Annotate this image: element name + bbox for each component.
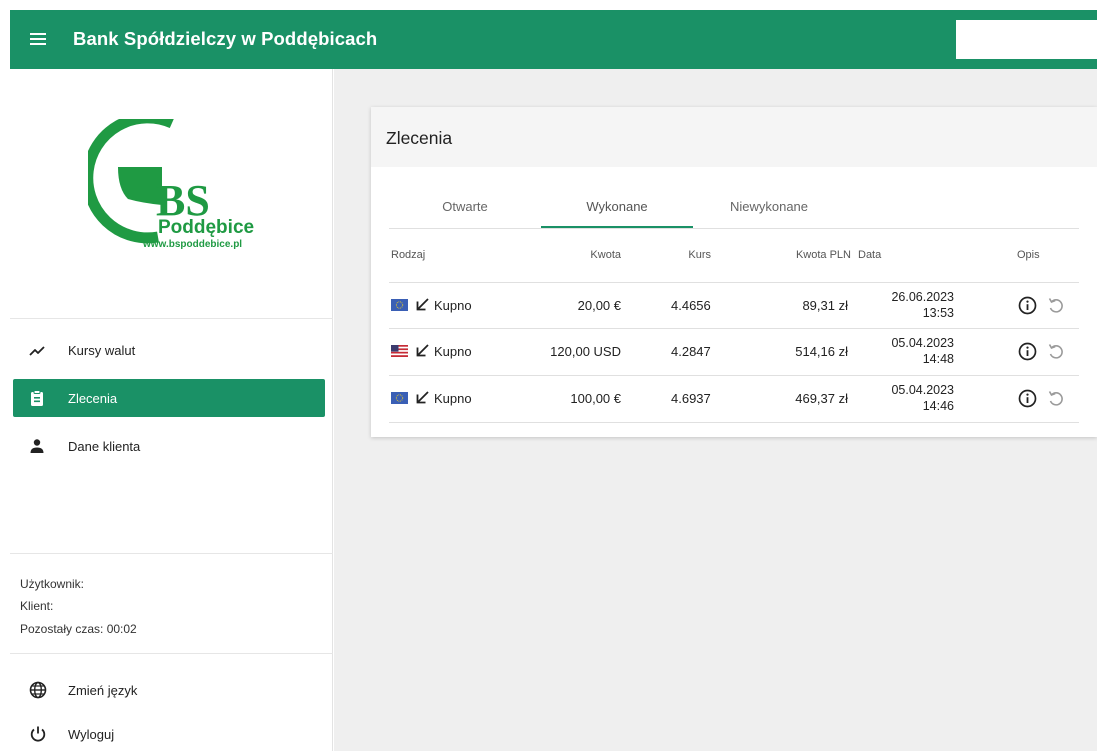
globe-icon bbox=[29, 681, 47, 699]
arrow-down-left-icon bbox=[416, 391, 429, 404]
sidebar: BS Poddębice www.bspoddebice.pl Kursy wa… bbox=[10, 69, 333, 751]
column-header-kurs: Kurs bbox=[688, 249, 711, 261]
logout-button[interactable]: Wyloguj bbox=[13, 717, 325, 751]
main-content: Zlecenia Otwarte Wykonane Niewykonane Ro… bbox=[334, 69, 1097, 751]
tab-otwarte[interactable]: Otwarte bbox=[389, 187, 541, 228]
order-rate: 4.4656 bbox=[671, 298, 711, 313]
info-icon[interactable] bbox=[1018, 342, 1037, 361]
eu-flag-icon bbox=[391, 299, 408, 311]
order-date-day: 05.04.2023 bbox=[891, 383, 954, 397]
order-amount-pln: 514,16 zł bbox=[795, 344, 848, 359]
user-label: Użytkownik: bbox=[20, 577, 85, 591]
logo-name-text: Poddębice bbox=[158, 217, 254, 238]
person-icon bbox=[30, 439, 44, 453]
page-title: Zlecenia bbox=[386, 128, 453, 148]
order-date: 05.04.2023 14:46 bbox=[872, 382, 954, 414]
order-amount-pln: 89,31 zł bbox=[802, 298, 848, 313]
order-amount: 20,00 € bbox=[577, 298, 621, 313]
order-type: Kupno bbox=[434, 391, 472, 406]
nav-item-dane-klienta[interactable]: Dane klienta bbox=[13, 427, 325, 465]
bank-logo: BS Poddębice www.bspoddebice.pl bbox=[88, 119, 254, 250]
clipboard-icon bbox=[31, 390, 43, 406]
arrow-down-left-icon bbox=[416, 344, 429, 357]
sidebar-divider bbox=[10, 553, 333, 554]
nav-item-label: Kursy walut bbox=[68, 343, 136, 358]
orders-card: Zlecenia Otwarte Wykonane Niewykonane Ro… bbox=[371, 107, 1097, 437]
arrow-down-left-icon bbox=[416, 298, 429, 311]
table-row: Kupno 20,00 € 4.4656 89,31 zł 26.06.2023… bbox=[389, 282, 1079, 329]
column-header-rodzaj: Rodzaj bbox=[391, 249, 426, 261]
client-label: Klient: bbox=[20, 599, 54, 613]
card-header: Zlecenia bbox=[371, 107, 1097, 167]
change-language-label: Zmień język bbox=[68, 683, 138, 698]
undo-icon[interactable] bbox=[1046, 389, 1064, 407]
top-search-input[interactable] bbox=[956, 20, 1097, 59]
sidebar-divider bbox=[10, 318, 333, 319]
undo-icon[interactable] bbox=[1046, 296, 1064, 314]
change-language-button[interactable]: Zmień język bbox=[13, 673, 325, 707]
order-date: 26.06.2023 13:53 bbox=[872, 289, 954, 321]
order-date-day: 26.06.2023 bbox=[891, 290, 954, 304]
logo-url-text: www.bspoddebice.pl bbox=[142, 239, 242, 250]
menu-icon[interactable] bbox=[30, 32, 46, 45]
eu-flag-icon bbox=[391, 392, 408, 404]
order-type: Kupno bbox=[434, 344, 472, 359]
undo-icon[interactable] bbox=[1046, 342, 1064, 360]
info-icon[interactable] bbox=[1018, 389, 1037, 408]
order-rate: 4.2847 bbox=[671, 344, 711, 359]
order-date-day: 05.04.2023 bbox=[891, 336, 954, 350]
order-type: Kupno bbox=[434, 298, 472, 313]
trending-up-icon bbox=[29, 346, 45, 356]
info-icon[interactable] bbox=[1018, 296, 1037, 315]
tab-niewykonane[interactable]: Niewykonane bbox=[693, 187, 845, 228]
order-date-time: 14:46 bbox=[922, 399, 954, 413]
order-amount: 100,00 € bbox=[570, 391, 621, 406]
order-tabs: Otwarte Wykonane Niewykonane bbox=[389, 187, 1079, 229]
nav-item-zlecenia[interactable]: Zlecenia bbox=[13, 379, 325, 417]
order-rate: 4.6937 bbox=[671, 391, 711, 406]
column-header-data: Data bbox=[858, 249, 882, 261]
column-header-kwota: Kwota bbox=[590, 249, 621, 261]
nav-item-label: Dane klienta bbox=[68, 439, 141, 454]
tab-wykonane[interactable]: Wykonane bbox=[541, 187, 693, 228]
app-title: Bank Spółdzielczy w Poddębicach bbox=[73, 28, 378, 49]
sidebar-divider bbox=[10, 653, 333, 654]
order-date-time: 14:48 bbox=[922, 352, 954, 366]
nav-item-label: Zlecenia bbox=[68, 391, 118, 406]
table-row: Kupno 120,00 USD 4.2847 514,16 zł 05.04.… bbox=[389, 329, 1079, 376]
table-row: Kupno 100,00 € 4.6937 469,37 zł 05.04.20… bbox=[389, 376, 1079, 423]
session-time-left: Pozostały czas: 00:02 bbox=[20, 622, 137, 636]
nav-item-kursy-walut[interactable]: Kursy walut bbox=[13, 331, 325, 369]
order-amount: 120,00 USD bbox=[550, 344, 621, 359]
order-amount-pln: 469,37 zł bbox=[795, 391, 848, 406]
us-flag-icon bbox=[391, 345, 408, 357]
top-app-bar: Bank Spółdzielczy w Poddębicach bbox=[10, 10, 1097, 69]
order-date-time: 13:53 bbox=[922, 306, 954, 320]
power-icon bbox=[30, 726, 46, 742]
order-date: 05.04.2023 14:48 bbox=[872, 335, 954, 367]
column-header-kwota-pln: Kwota PLN bbox=[795, 249, 851, 261]
logout-label: Wyloguj bbox=[68, 727, 115, 742]
column-header-opis: Opis bbox=[1017, 249, 1040, 261]
